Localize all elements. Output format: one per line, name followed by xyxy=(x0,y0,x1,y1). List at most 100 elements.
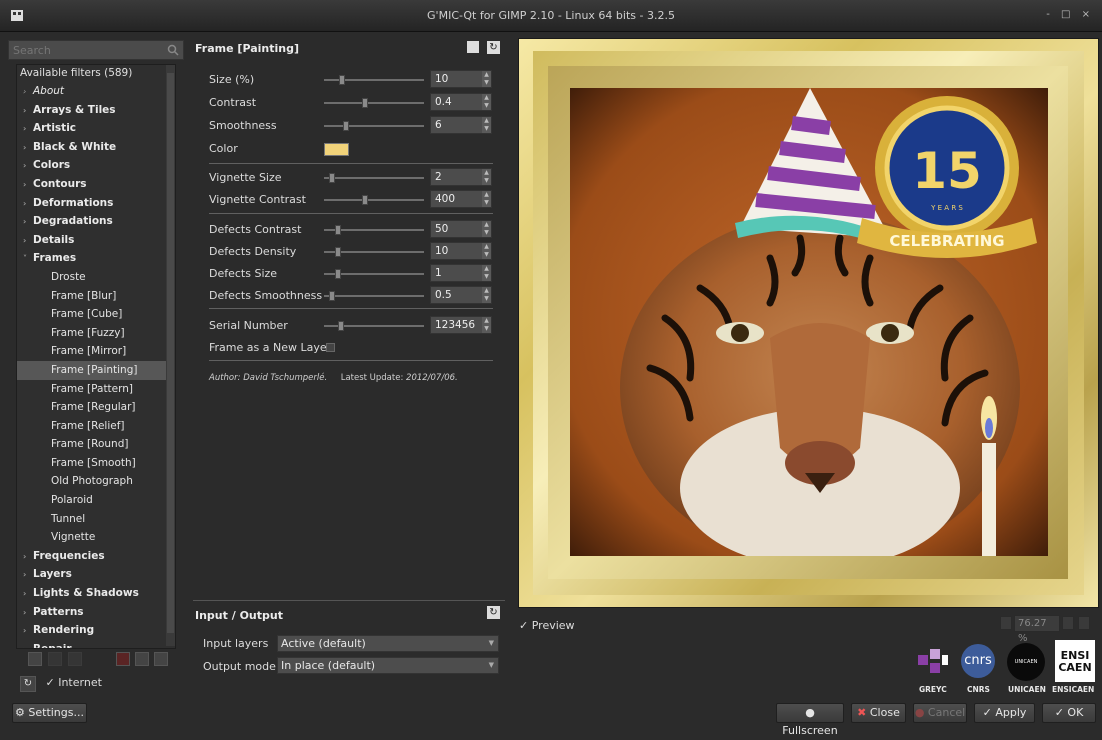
filter-category[interactable]: › Degradations xyxy=(17,212,175,231)
spin-arrows-icon[interactable]: ▲ ▼ xyxy=(482,169,491,185)
spin-arrows-icon[interactable]: ▲ ▼ xyxy=(482,287,491,303)
io-divider[interactable] xyxy=(193,600,505,601)
param-spinbox[interactable]: 0.4 ▲ ▼ xyxy=(430,93,492,111)
output-mode-select[interactable]: In place (default) ▼ xyxy=(277,657,499,674)
apply-button[interactable]: ✓ Apply xyxy=(974,703,1035,723)
slider-handle[interactable] xyxy=(329,291,335,301)
remove-favorite-icon[interactable] xyxy=(68,652,82,666)
filter-category[interactable]: › Lights & Shadows xyxy=(17,584,175,603)
spin-arrows-icon[interactable]: ▲ ▼ xyxy=(482,191,491,207)
spin-arrows-icon[interactable]: ▲ ▼ xyxy=(482,265,491,281)
slider-handle[interactable] xyxy=(343,121,349,131)
favorite-icon[interactable] xyxy=(28,652,42,666)
filter-item[interactable]: Tunnel xyxy=(17,510,175,529)
filter-category[interactable]: › Frequencies xyxy=(17,547,175,566)
io-reset-icon[interactable]: ↻ xyxy=(487,606,500,619)
filter-tree[interactable]: Available filters (589) › About › Arrays & … xyxy=(16,64,176,649)
zoom-field[interactable]: 76.27 % xyxy=(1014,615,1060,644)
filter-category[interactable]: › About xyxy=(17,82,175,101)
filter-item[interactable]: Frame [Mirror] xyxy=(17,342,175,361)
new-layer-checkbox[interactable] xyxy=(326,343,335,352)
tree-scrollbar-thumb[interactable] xyxy=(167,73,174,633)
zoom-reset-button[interactable] xyxy=(1078,616,1090,630)
ok-button[interactable]: ✓ OK xyxy=(1042,703,1096,723)
param-spinbox[interactable]: 50 ▲ ▼ xyxy=(430,220,492,238)
param-slider[interactable] xyxy=(324,195,424,205)
preview-toggle[interactable]: ✓ Preview xyxy=(519,619,575,632)
filter-item[interactable]: Vignette xyxy=(17,528,175,547)
close-button[interactable]: ✖ Close xyxy=(851,703,906,723)
filter-category[interactable]: › Patterns xyxy=(17,603,175,622)
filter-item[interactable]: Old Photograph xyxy=(17,472,175,491)
param-spinbox[interactable]: 2 ▲ ▼ xyxy=(430,168,492,186)
param-spinbox[interactable]: 6 ▲ ▼ xyxy=(430,116,492,134)
param-spinbox[interactable]: 10 ▲ ▼ xyxy=(430,70,492,88)
param-slider[interactable] xyxy=(324,98,424,108)
filter-item[interactable]: Frame [Fuzzy] xyxy=(17,324,175,343)
internet-checkbox[interactable]: ✓ xyxy=(46,676,55,689)
filter-category[interactable]: › Artistic xyxy=(17,119,175,138)
zoom-in-button[interactable] xyxy=(1062,616,1074,630)
spin-arrows-icon[interactable]: ▲ ▼ xyxy=(482,317,491,333)
spin-arrows-icon[interactable]: ▲ ▼ xyxy=(482,117,491,133)
spin-arrows-icon[interactable]: ▲ ▼ xyxy=(482,243,491,259)
param-slider[interactable] xyxy=(324,121,424,131)
param-slider[interactable] xyxy=(324,321,424,331)
rename-favorite-icon[interactable] xyxy=(48,652,62,666)
tree-scrollbar[interactable] xyxy=(166,65,175,646)
filter-category[interactable]: › Details xyxy=(17,231,175,250)
color-swatch[interactable] xyxy=(324,143,349,156)
refresh-icon[interactable]: ↻ xyxy=(20,676,36,692)
slider-handle[interactable] xyxy=(362,98,368,108)
filter-item[interactable]: Frame [Regular] xyxy=(17,398,175,417)
filter-category[interactable]: ›Repair xyxy=(17,640,175,648)
param-slider[interactable] xyxy=(324,269,424,279)
filter-item[interactable]: Droste xyxy=(17,268,175,287)
settings-button[interactable]: ⚙ Settings... xyxy=(12,703,87,723)
filter-category[interactable]: › Deformations xyxy=(17,194,175,213)
download-icon[interactable] xyxy=(154,652,168,666)
param-spinbox[interactable]: 1 ▲ ▼ xyxy=(430,264,492,282)
slider-handle[interactable] xyxy=(362,195,368,205)
param-slider[interactable] xyxy=(324,247,424,257)
zoom-out-button[interactable] xyxy=(1000,616,1012,630)
filter-category[interactable]: › Contours xyxy=(17,175,175,194)
spin-arrows-icon[interactable]: ▲ ▼ xyxy=(482,221,491,237)
filter-item[interactable]: Polaroid xyxy=(17,491,175,510)
preview-image[interactable]: 15 Y E A R S CELEBRATING xyxy=(570,88,1048,556)
filter-category[interactable]: › Rendering xyxy=(17,621,175,640)
slider-handle[interactable] xyxy=(329,173,335,183)
filter-category[interactable]: › Colors xyxy=(17,156,175,175)
search-input[interactable] xyxy=(9,41,157,60)
slider-handle[interactable] xyxy=(335,269,341,279)
slider-handle[interactable] xyxy=(335,225,341,235)
filter-item[interactable]: Frame [Round] xyxy=(17,435,175,454)
filter-category[interactable]: › Arrays & Tiles xyxy=(17,101,175,120)
spin-arrows-icon[interactable]: ▲ ▼ xyxy=(482,71,491,87)
search-box[interactable] xyxy=(8,40,184,60)
input-layers-select[interactable]: Active (default) ▼ xyxy=(277,635,499,652)
filter-category[interactable]: ˅ Frames xyxy=(17,249,175,268)
param-spinbox[interactable]: 123456 ▲ ▼ xyxy=(430,316,492,334)
filter-item[interactable]: Frame [Smooth] xyxy=(17,454,175,473)
slider-handle[interactable] xyxy=(339,75,345,85)
reset-icon[interactable]: ↻ xyxy=(487,41,500,54)
expand-collapse-icon[interactable] xyxy=(135,652,149,666)
param-spinbox[interactable]: 10 ▲ ▼ xyxy=(430,242,492,260)
filter-category[interactable]: › Black & White xyxy=(17,138,175,157)
param-slider[interactable] xyxy=(324,225,424,235)
fullscreen-button[interactable]: ● Fullscreen xyxy=(776,703,844,737)
filter-item[interactable]: Frame [Relief] xyxy=(17,417,175,436)
filter-item[interactable]: Frame [Cube] xyxy=(17,305,175,324)
filter-item[interactable]: Frame [Pattern] xyxy=(17,380,175,399)
slider-handle[interactable] xyxy=(335,247,341,257)
param-slider[interactable] xyxy=(324,291,424,301)
param-spinbox[interactable]: 0.5 ▲ ▼ xyxy=(430,286,492,304)
copy-icon[interactable] xyxy=(467,41,479,53)
filter-category[interactable]: › Layers xyxy=(17,565,175,584)
spin-arrows-icon[interactable]: ▲ ▼ xyxy=(482,94,491,110)
param-slider[interactable] xyxy=(324,173,424,183)
visibility-icon[interactable] xyxy=(116,652,130,666)
param-slider[interactable] xyxy=(324,75,424,85)
cancel-button[interactable]: ● Cancel xyxy=(913,703,967,723)
